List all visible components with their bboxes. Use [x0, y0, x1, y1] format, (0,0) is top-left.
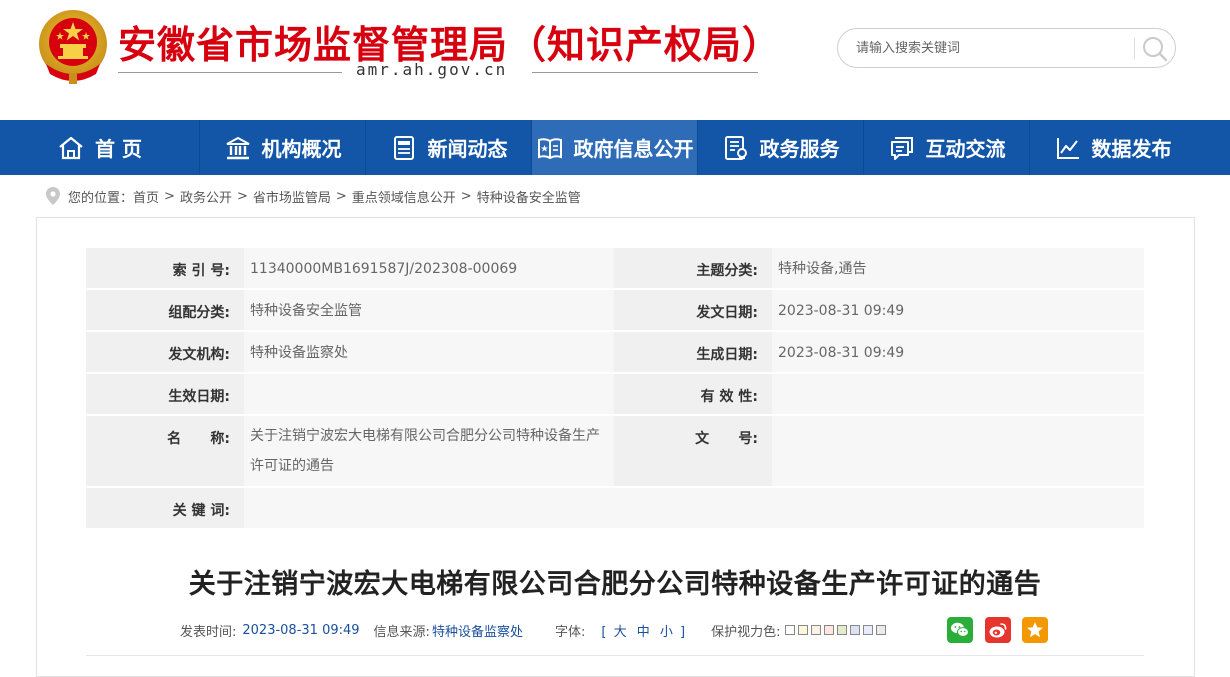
- open-book-icon: [537, 137, 562, 159]
- font-bracket-close: ]: [680, 624, 686, 640]
- issue-date-label: 发文日期:: [614, 290, 772, 330]
- main-nav: 首 页 机构概况 新闻动态 政府信息公开 政务服务 互动交流 数据发布: [0, 120, 1230, 175]
- keywords-label: 关 键 词:: [86, 488, 244, 528]
- breadcrumb-separator: >: [460, 188, 472, 204]
- index-number-value: 11340000MB1691587J/202308-00069: [250, 261, 518, 277]
- font-bracket-open: [: [601, 624, 607, 640]
- eye-color-swatch[interactable]: [849, 625, 860, 635]
- news-icon: [393, 135, 414, 160]
- eye-care-label: 保护视力色:: [711, 624, 781, 640]
- nav-item-news[interactable]: 新闻动态: [366, 120, 531, 175]
- nav-label-institution: 机构概况: [261, 137, 342, 161]
- eye-color-swatch[interactable]: [784, 625, 795, 635]
- nav-label-service: 政务服务: [759, 137, 840, 161]
- article-meta: 发表时间: 2023-08-31 09:49 信息来源: 特种设备监察处 字体:…: [180, 619, 889, 641]
- location-pin-icon: [46, 187, 60, 205]
- eye-color-swatch[interactable]: [875, 625, 886, 635]
- effective-date-label: 生效日期:: [86, 374, 244, 414]
- site-header: 安徽省市场监督管理局（知识产权局） amr.ah.gov.cn: [0, 0, 1230, 120]
- wechat-icon[interactable]: [947, 617, 973, 643]
- org-category-label: 组配分类:: [86, 290, 244, 330]
- publish-time-label: 发表时间:: [180, 624, 237, 640]
- info-row: 组配分类: 特种设备安全监管 发文日期: 2023-08-31 09:49: [86, 290, 1144, 330]
- document-number-label: 文 号:: [614, 416, 772, 486]
- chart-icon: [1056, 137, 1079, 159]
- weibo-icon[interactable]: [985, 617, 1011, 643]
- info-row: 名 称: 关于注销宁波宏大电梯有限公司合肥分公司特种设备生产许可证的通告 文 号…: [86, 416, 1144, 486]
- eye-color-swatch[interactable]: [810, 625, 821, 635]
- font-size-label: 字体:: [554, 624, 586, 640]
- breadcrumb-key-areas[interactable]: 重点领域信息公开: [352, 187, 456, 206]
- source-value[interactable]: 特种设备监察处: [432, 621, 523, 640]
- search-icon[interactable]: [1140, 34, 1170, 64]
- nav-item-data[interactable]: 数据发布: [1030, 120, 1195, 175]
- eye-color-swatch[interactable]: [823, 625, 834, 635]
- eye-care-swatches: [784, 625, 889, 635]
- eye-color-swatch[interactable]: [862, 625, 873, 635]
- breadcrumb-current[interactable]: 特种设备安全监管: [477, 187, 581, 206]
- institution-icon: [226, 136, 249, 159]
- font-size-medium[interactable]: 中: [637, 625, 650, 640]
- breadcrumb-separator: >: [236, 188, 248, 204]
- info-row: 索 引 号: 11340000MB1691587J/202308-00069 主…: [86, 248, 1144, 288]
- site-domain: amr.ah.gov.cn: [356, 60, 508, 79]
- issuer-label: 发文机构:: [86, 332, 244, 372]
- search-box: [837, 28, 1176, 68]
- search-divider: [1134, 38, 1135, 59]
- search-input[interactable]: [856, 38, 1126, 58]
- breadcrumb-separator: >: [164, 188, 175, 204]
- generated-date-label: 生成日期:: [614, 332, 772, 372]
- nav-item-institution[interactable]: 机构概况: [200, 120, 365, 175]
- nav-item-home[interactable]: 首 页: [0, 120, 199, 175]
- info-row: 发文机构: 特种设备监察处 生成日期: 2023-08-31 09:49: [86, 332, 1144, 372]
- document-number-value: [772, 416, 1144, 486]
- info-row: 生效日期: 有 效 性:: [86, 374, 1144, 414]
- topic-value: 特种设备,通告: [778, 261, 867, 277]
- service-icon: [724, 135, 747, 160]
- breadcrumb-gov-open[interactable]: 政务公开: [180, 187, 232, 206]
- validity-value: [772, 374, 1144, 414]
- section-divider: [86, 655, 1144, 656]
- breadcrumb-prefix: 您的位置：: [68, 190, 134, 206]
- breadcrumb: 您的位置： 首页 > 政务公开 > 省市场监管局 > 重点领域信息公开 > 特种…: [46, 186, 581, 206]
- font-size-small[interactable]: 小: [660, 625, 673, 640]
- eye-color-swatch[interactable]: [836, 625, 847, 635]
- org-category-value: 特种设备安全监管: [250, 303, 362, 319]
- topic-label: 主题分类:: [614, 248, 772, 288]
- nav-item-gov-info[interactable]: 政府信息公开: [532, 120, 697, 175]
- publish-time-value: 2023-08-31 09:49: [242, 622, 360, 638]
- info-row: 关 键 词:: [86, 488, 1144, 528]
- issue-date-value: 2023-08-31 09:49: [778, 303, 905, 319]
- effective-date-value: [244, 374, 614, 414]
- breadcrumb-bureau[interactable]: 省市场监管局: [253, 187, 331, 206]
- generated-date-value: 2023-08-31 09:49: [778, 345, 905, 361]
- font-size-large[interactable]: 大: [614, 625, 627, 640]
- nav-label-data: 数据发布: [1091, 137, 1172, 161]
- index-number-label: 索 引 号:: [86, 248, 244, 288]
- title-label: 名 称:: [86, 416, 244, 486]
- nav-item-interaction[interactable]: 互动交流: [864, 120, 1029, 175]
- national-emblem-icon: [39, 10, 107, 84]
- breadcrumb-separator: >: [335, 188, 347, 204]
- keywords-value: [244, 488, 1144, 528]
- chat-icon: [890, 136, 913, 160]
- breadcrumb-home[interactable]: 首页: [133, 187, 159, 206]
- nav-label-gov-info: 政府信息公开: [573, 137, 694, 161]
- nav-label-interaction: 互动交流: [925, 137, 1006, 161]
- issuer-value: 特种设备监察处: [250, 345, 348, 361]
- title-value: 关于注销宁波宏大电梯有限公司合肥分公司特种设备生产许可证的通告: [250, 428, 600, 474]
- nav-item-service[interactable]: 政务服务: [698, 120, 863, 175]
- star-icon[interactable]: [1022, 617, 1048, 643]
- home-icon: [59, 136, 83, 159]
- nav-label-news: 新闻动态: [427, 137, 508, 161]
- nav-label-home: 首 页: [95, 137, 142, 161]
- eye-color-swatch[interactable]: [797, 625, 808, 635]
- validity-label: 有 效 性:: [614, 374, 772, 414]
- article-title: 关于注销宁波宏大电梯有限公司合肥分公司特种设备生产许可证的通告: [188, 569, 1042, 600]
- font-size-controls: [ 大 中 小 ]: [601, 621, 685, 640]
- source-label: 信息来源:: [373, 624, 430, 640]
